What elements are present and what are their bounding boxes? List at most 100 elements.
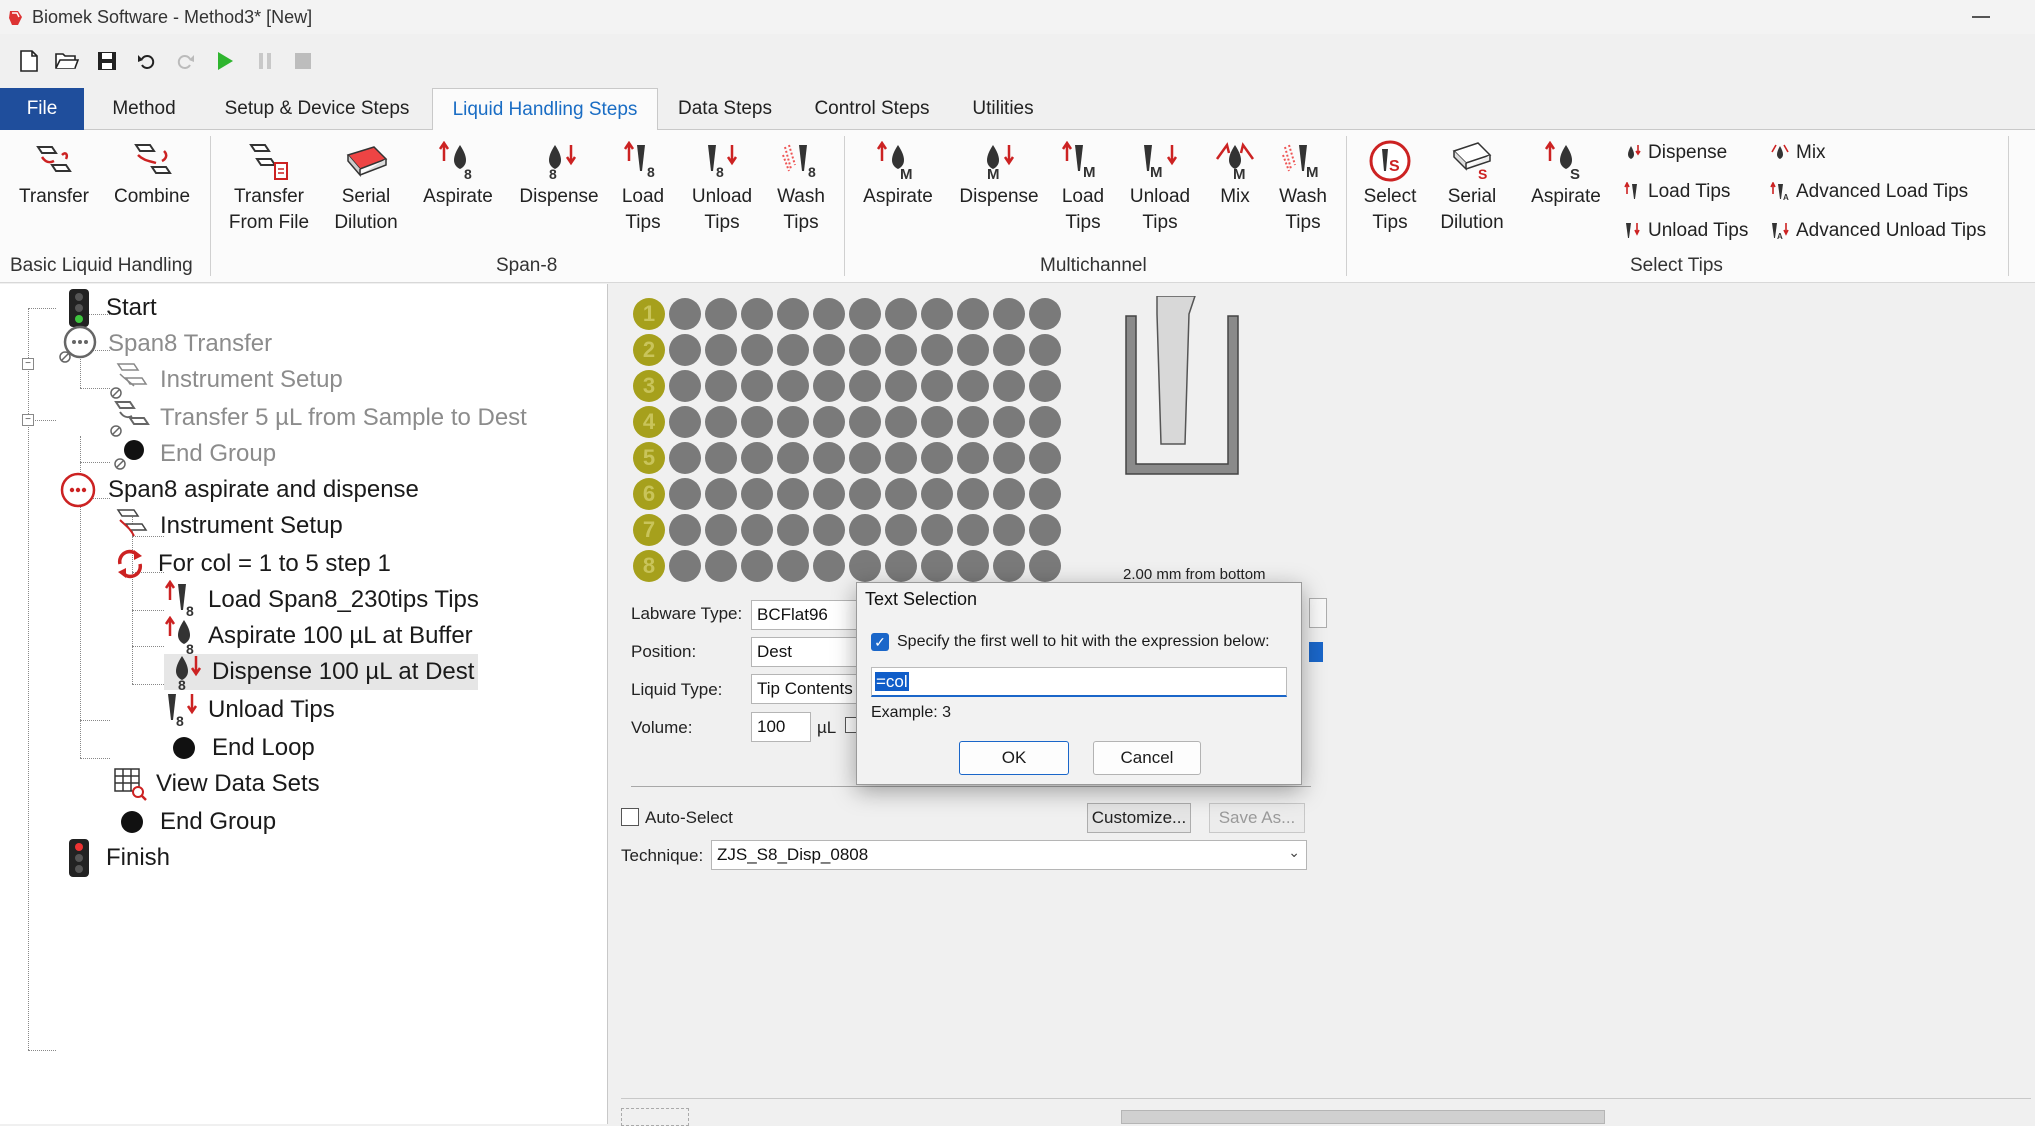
tree-node-dispense[interactable]: 8 Dispense 100 µL at Dest xyxy=(164,654,479,692)
tree-node-end-group-2[interactable]: End Group xyxy=(118,804,276,840)
well[interactable] xyxy=(813,370,845,402)
mc-unload-tips-button[interactable]: M Unload Tips xyxy=(1122,138,1198,236)
span8-dispense-button[interactable]: 8 Dispense xyxy=(514,138,604,210)
well[interactable] xyxy=(1029,370,1061,402)
well[interactable] xyxy=(993,334,1025,366)
tree-node-unload-tips[interactable]: 8 Unload Tips xyxy=(164,692,335,729)
well[interactable] xyxy=(813,442,845,474)
tree-node-for-loop[interactable]: For col = 1 to 5 step 1 xyxy=(112,546,391,582)
well[interactable] xyxy=(777,334,809,366)
tree-node-instrument-setup-2[interactable]: Instrument Setup xyxy=(108,508,343,544)
well[interactable] xyxy=(921,478,953,510)
well[interactable] xyxy=(777,478,809,510)
well[interactable] xyxy=(705,406,737,438)
well[interactable] xyxy=(885,334,917,366)
well[interactable] xyxy=(1029,442,1061,474)
well[interactable] xyxy=(849,298,881,330)
well-first-column[interactable]: 7 xyxy=(633,514,665,546)
well[interactable] xyxy=(669,334,701,366)
save-as-button[interactable]: Save As... xyxy=(1209,803,1305,833)
well[interactable] xyxy=(1029,298,1061,330)
well[interactable] xyxy=(669,298,701,330)
well[interactable] xyxy=(705,514,737,546)
well[interactable] xyxy=(957,298,989,330)
tree-node-span8-transfer[interactable]: Span8 Transfer xyxy=(58,325,272,363)
span8-aspirate-button[interactable]: 8 Aspirate xyxy=(416,138,500,210)
well[interactable] xyxy=(705,442,737,474)
mc-dispense-button[interactable]: M Dispense xyxy=(954,138,1044,210)
expander-span8-transfer[interactable]: − xyxy=(22,358,34,370)
well[interactable] xyxy=(813,550,845,582)
span8-wash-tips-button[interactable]: 8 Wash Tips xyxy=(774,138,828,236)
plate-view[interactable]: 1 2 3 4 5 6 7 8 xyxy=(633,298,1083,588)
volume-field[interactable]: 100 xyxy=(751,712,811,742)
tab-control-steps[interactable]: Control Steps xyxy=(802,88,942,130)
well[interactable] xyxy=(957,406,989,438)
select-tips-button[interactable]: S Select Tips xyxy=(1360,138,1420,236)
well[interactable] xyxy=(885,370,917,402)
well[interactable] xyxy=(921,406,953,438)
well[interactable] xyxy=(993,298,1025,330)
well[interactable] xyxy=(669,442,701,474)
well[interactable] xyxy=(1029,334,1061,366)
advanced-unload-tips-button[interactable]: A Advanced Unload Tips xyxy=(1770,220,1986,242)
well-first-column[interactable]: 3 xyxy=(633,370,665,402)
expression-input[interactable]: =col xyxy=(871,667,1287,697)
well[interactable] xyxy=(921,334,953,366)
st-load-tips-button[interactable]: Load Tips xyxy=(1624,181,1730,203)
tree-node-load-tips[interactable]: 8 Load Span8_230tips Tips xyxy=(164,580,479,619)
well-first-column[interactable]: 5 xyxy=(633,442,665,474)
well[interactable] xyxy=(993,406,1025,438)
well[interactable] xyxy=(813,478,845,510)
well[interactable] xyxy=(741,334,773,366)
well[interactable] xyxy=(993,514,1025,546)
well[interactable] xyxy=(741,478,773,510)
well[interactable] xyxy=(957,370,989,402)
well-first-column[interactable]: 6 xyxy=(633,478,665,510)
well[interactable] xyxy=(885,478,917,510)
mc-wash-tips-button[interactable]: M Wash Tips xyxy=(1276,138,1330,236)
save-icon[interactable] xyxy=(94,48,120,74)
technique-dropdown[interactable]: ZJS_S8_Disp_0808 ⌄ xyxy=(711,840,1307,870)
st-unload-tips-button[interactable]: Unload Tips xyxy=(1624,220,1748,242)
tree-node-end-group-1[interactable]: End Group xyxy=(108,436,276,472)
span8-load-tips-button[interactable]: 8 Load Tips xyxy=(618,138,668,236)
serial-dilution-button[interactable]: Serial Dilution xyxy=(326,138,406,236)
expander-span8-asp-disp[interactable]: − xyxy=(22,414,34,426)
well[interactable] xyxy=(993,550,1025,582)
st-aspirate-button[interactable]: S Aspirate xyxy=(1524,138,1608,210)
run-icon[interactable] xyxy=(212,48,238,74)
redo-icon[interactable] xyxy=(172,48,198,74)
tree-node-start[interactable]: Start xyxy=(66,289,157,327)
minimize-button[interactable] xyxy=(1972,16,1990,18)
well[interactable] xyxy=(849,406,881,438)
tab-method[interactable]: Method xyxy=(96,88,192,130)
well[interactable] xyxy=(669,550,701,582)
well[interactable] xyxy=(921,298,953,330)
tree-node-instrument-setup-1[interactable]: Instrument Setup xyxy=(108,362,343,399)
well[interactable] xyxy=(921,370,953,402)
well[interactable] xyxy=(777,442,809,474)
well[interactable] xyxy=(957,514,989,546)
well[interactable] xyxy=(921,514,953,546)
well[interactable] xyxy=(993,442,1025,474)
pause-icon[interactable] xyxy=(252,48,278,74)
mc-mix-button[interactable]: M Mix xyxy=(1210,138,1260,210)
tree-node-transfer-step[interactable]: Transfer 5 µL from Sample to Dest xyxy=(108,400,527,437)
well[interactable] xyxy=(669,406,701,438)
well[interactable] xyxy=(885,550,917,582)
well[interactable] xyxy=(705,550,737,582)
well[interactable] xyxy=(1029,550,1061,582)
well[interactable] xyxy=(741,550,773,582)
well-first-column[interactable]: 1 xyxy=(633,298,665,330)
well[interactable] xyxy=(741,514,773,546)
well[interactable] xyxy=(1029,514,1061,546)
well[interactable] xyxy=(921,550,953,582)
undo-icon[interactable] xyxy=(134,48,160,74)
well[interactable] xyxy=(849,514,881,546)
well[interactable] xyxy=(849,442,881,474)
tree-node-aspirate[interactable]: 8 Aspirate 100 µL at Buffer xyxy=(164,616,473,656)
well[interactable] xyxy=(849,550,881,582)
well[interactable] xyxy=(1029,478,1061,510)
customize-button[interactable]: Customize... xyxy=(1087,803,1191,833)
